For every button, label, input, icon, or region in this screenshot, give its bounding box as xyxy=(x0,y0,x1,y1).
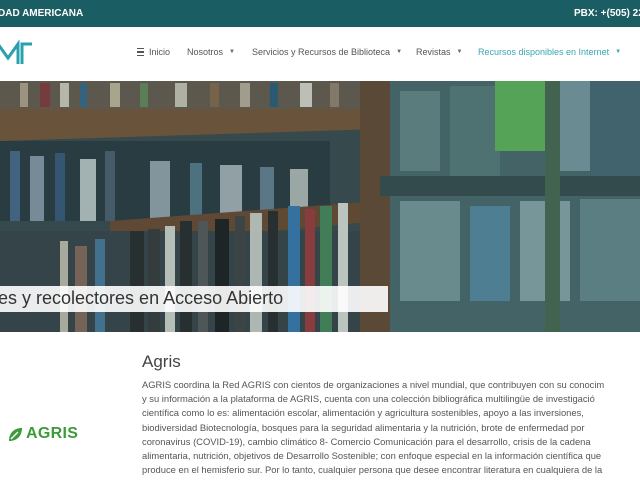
nav-item-label: Inicio xyxy=(149,47,171,57)
nav-item-nosotros[interactable]: Nosotros ▼ xyxy=(187,47,235,57)
nav-item-label: Nosotros xyxy=(187,47,224,57)
section-title: Agris xyxy=(142,352,181,371)
description-line: y su información a la plataforma de AGRI… xyxy=(142,393,595,405)
chevron-down-icon: ▼ xyxy=(456,49,463,55)
hero-banner: es y recolectores en Acceso Abierto xyxy=(0,286,388,312)
chevron-down-icon: ▼ xyxy=(396,49,403,55)
chevron-down-icon: ▼ xyxy=(615,49,622,55)
nav-item-label: Revistas xyxy=(416,47,451,57)
menu-icon xyxy=(137,48,144,56)
agris-logo-text: AGRIS xyxy=(26,425,79,442)
description-line: AGRIS coordina la Red AGRIS con cientos … xyxy=(142,379,605,390)
page-title: es y recolectores en Acceso Abierto xyxy=(0,288,284,308)
top-info-bar: DAD AMERICANA PBX: +(505) 2278 xyxy=(0,0,640,27)
institution-name: DAD AMERICANA xyxy=(0,8,84,19)
description-line: biodiversidad Biotecnología, bosques par… xyxy=(142,421,585,433)
nav-item-revistas[interactable]: Revistas ▼ xyxy=(416,47,462,57)
nav-item-inicio[interactable]: Inicio xyxy=(137,47,170,57)
university-logo-icon[interactable] xyxy=(0,40,36,66)
phone-number[interactable]: PBX: +(505) 2278 xyxy=(574,8,640,19)
agris-leaf-icon xyxy=(9,427,22,441)
nav-item-servicios[interactable]: Servicios y Recursos de Biblioteca ▼ xyxy=(252,47,402,57)
main-navigation: Inicio Nosotros ▼ Servicios y Recursos d… xyxy=(0,27,640,81)
description-line: científica como lo es: alimentación esco… xyxy=(142,407,584,419)
description-line: coronavirus (COVID-19), cambio climático… xyxy=(142,435,591,447)
chevron-down-icon: ▼ xyxy=(229,49,235,55)
agris-logo[interactable]: AGRIS xyxy=(8,425,78,443)
nav-item-label: Recursos disponibles en Internet xyxy=(478,47,610,57)
section-description: AGRIS coordina la Red AGRIS con cientos … xyxy=(142,378,640,477)
nav-item-recursos-internet[interactable]: Recursos disponibles en Internet ▼ xyxy=(478,47,621,57)
description-line: produce en el hemisferio sur. Por lo tan… xyxy=(142,464,603,476)
nav-item-label: Servicios y Recursos de Biblioteca xyxy=(252,47,391,57)
description-line: alimentaria, nutrición, objetivos de Des… xyxy=(142,450,602,462)
